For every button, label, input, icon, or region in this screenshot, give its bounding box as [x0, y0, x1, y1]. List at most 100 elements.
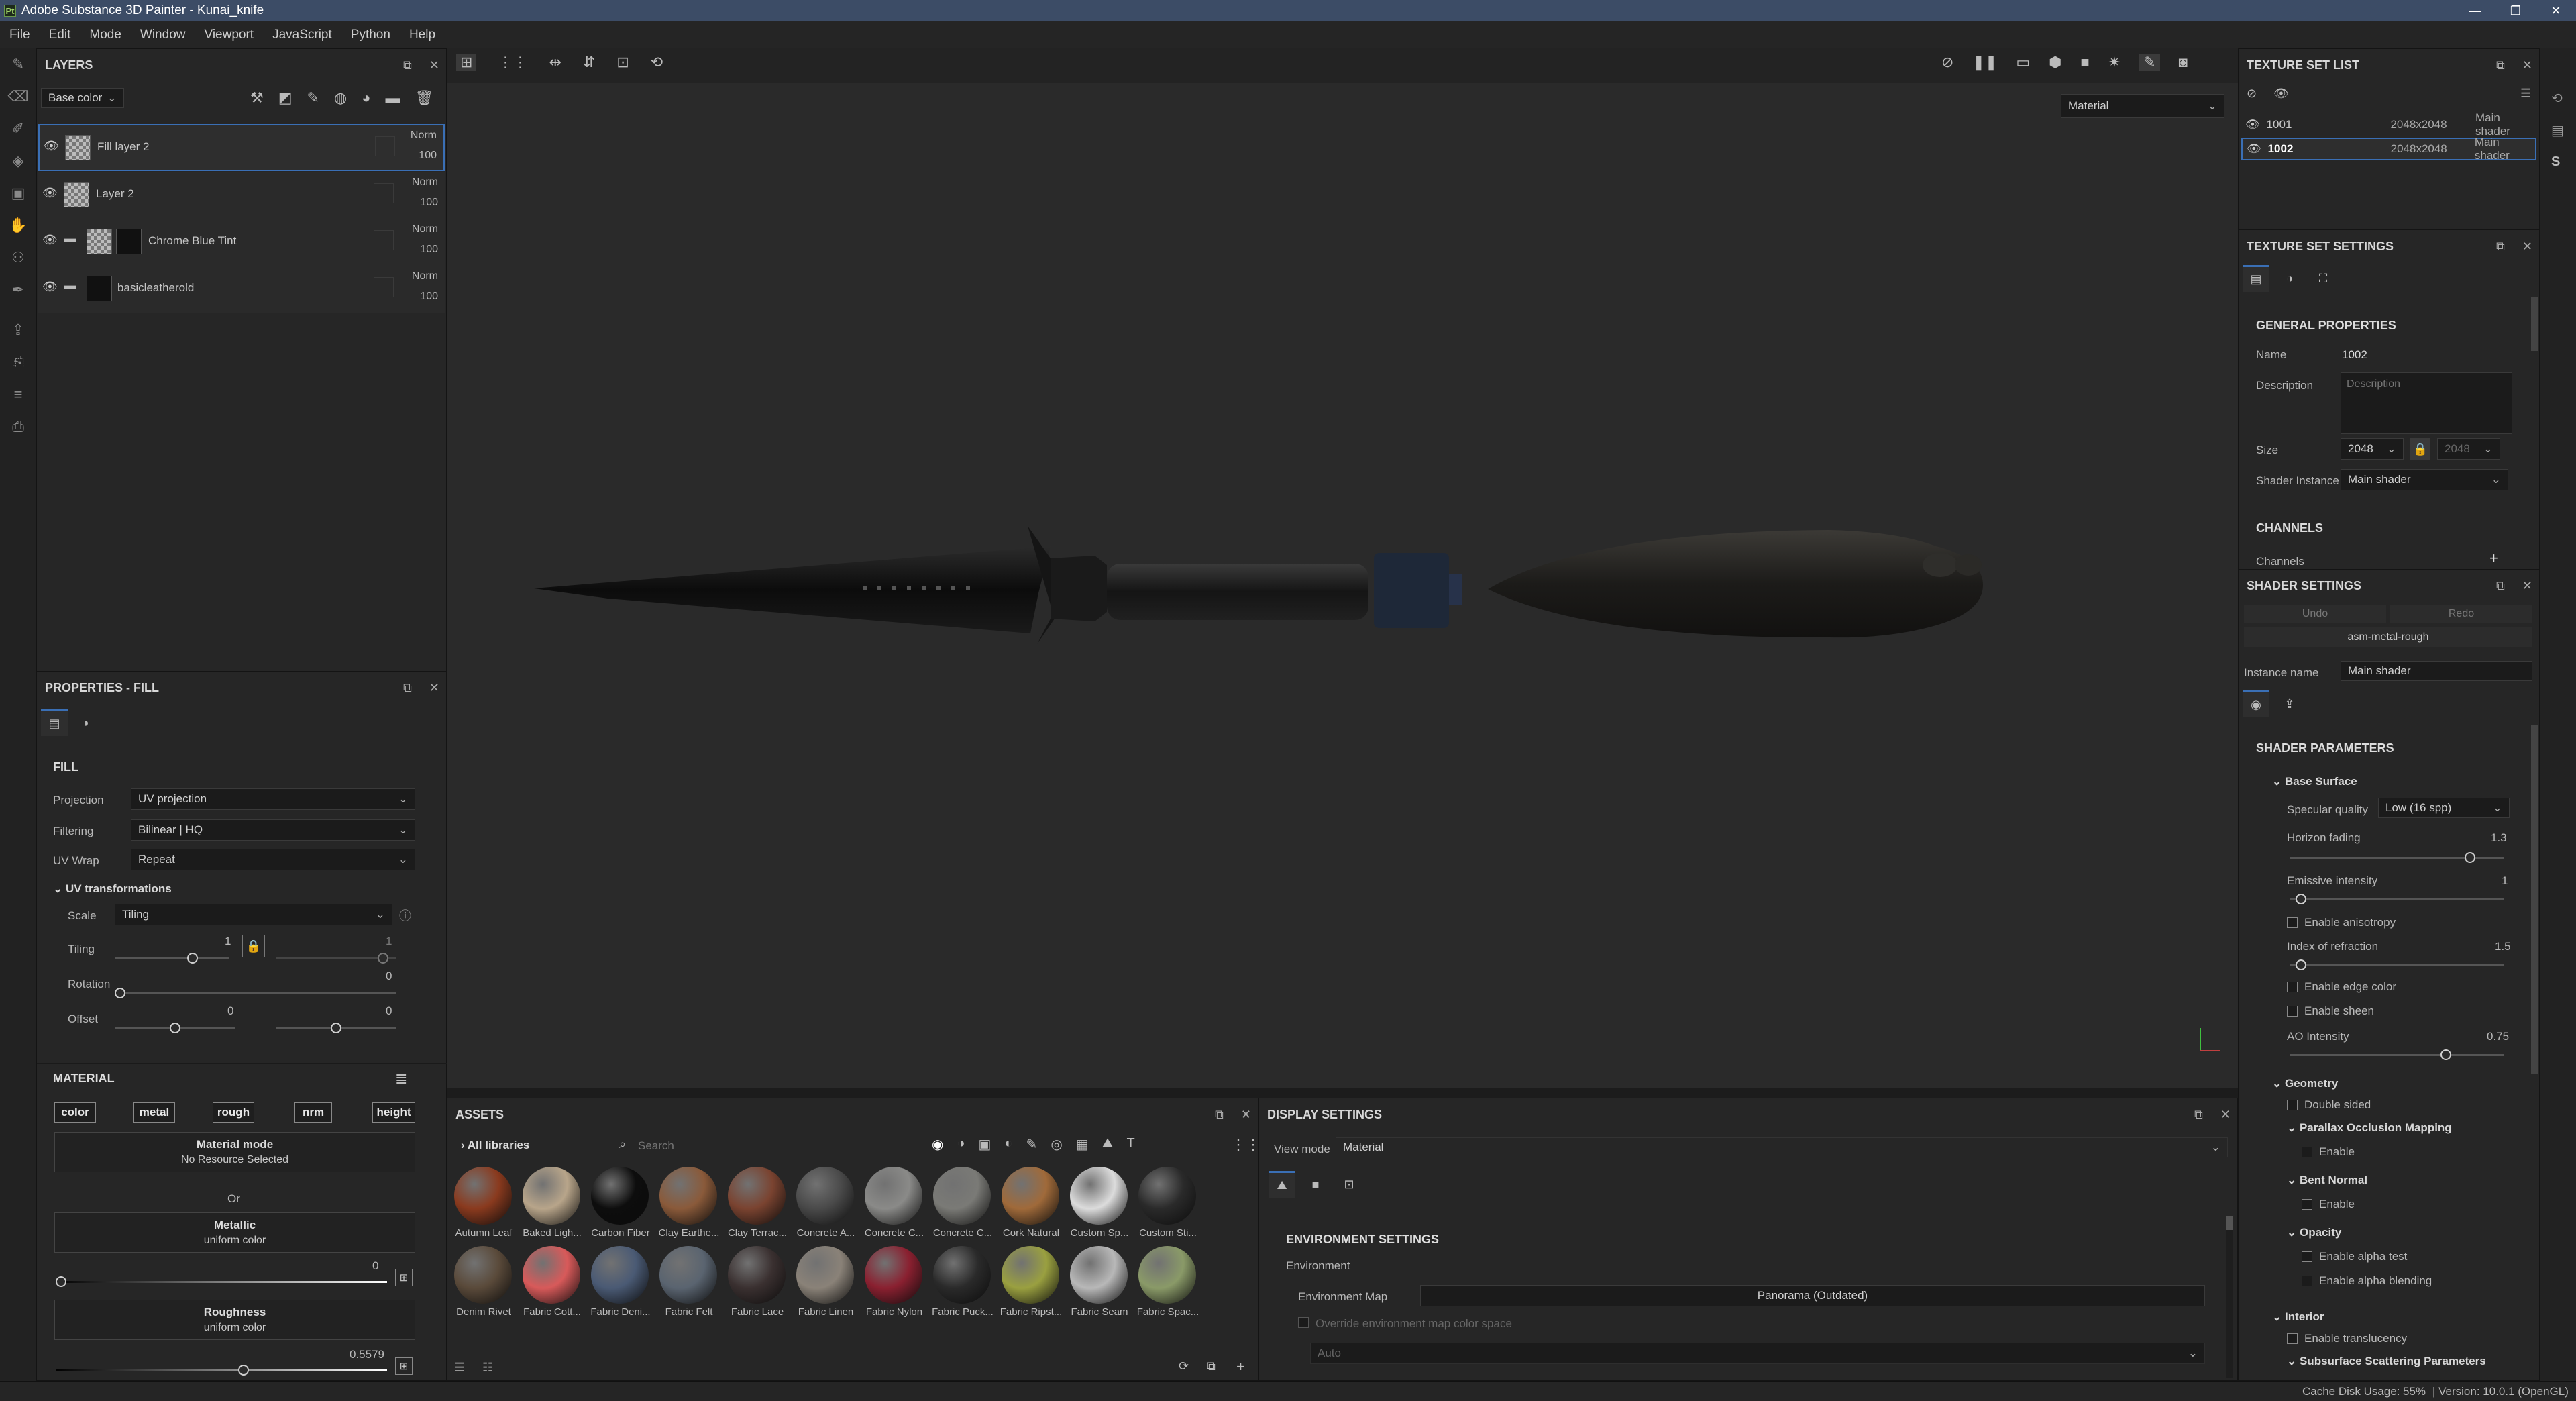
slider-knob[interactable]	[331, 1023, 341, 1033]
roughness-slider[interactable]	[56, 1365, 387, 1376]
close-panel-icon[interactable]: ✕	[2220, 1108, 2231, 1122]
add-paint-layer-icon[interactable]: ✎	[307, 89, 319, 107]
menu-python[interactable]: Python	[341, 28, 400, 42]
material-thumbnail[interactable]	[933, 1167, 991, 1225]
roughness-value[interactable]: 0.5579	[350, 1348, 384, 1361]
layer-opacity[interactable]: 100	[420, 197, 438, 209]
bent-normal-toggle[interactable]: ⌄ Bent Normal	[2287, 1174, 2367, 1187]
translucency-checkbox[interactable]	[2287, 1333, 2298, 1344]
align-icon[interactable]: ⇵	[583, 54, 595, 71]
uvwrap-select[interactable]: Repeat ⌄	[131, 849, 415, 870]
layer-name[interactable]: basicleatherold	[117, 281, 194, 295]
scrollbar[interactable]	[2531, 725, 2538, 1074]
filter-filters-icon[interactable]: ◐	[1004, 1136, 1012, 1153]
material-thumbnail[interactable]	[454, 1167, 512, 1225]
view-2d-icon[interactable]: ▭	[2016, 54, 2030, 71]
eye-icon[interactable]: 👁	[2247, 142, 2261, 156]
shelf-icon[interactable]: ≡	[0, 378, 36, 411]
filter-masks-icon[interactable]: ▣	[979, 1136, 991, 1153]
ior-slider[interactable]	[2290, 959, 2504, 970]
channel-toggle-metal[interactable]: metal	[133, 1102, 175, 1123]
horizon-slider[interactable]	[2290, 852, 2504, 863]
texture-set-row[interactable]: 👁 1002 2048x2048 Main shader	[2241, 136, 2536, 162]
layer-row[interactable]: 👁 ▬ basicleatherold Norm 100	[38, 266, 445, 313]
blend-mode[interactable]: Norm	[412, 176, 438, 189]
double-sided-checkbox[interactable]	[2287, 1100, 2298, 1110]
material-thumbnail[interactable]	[591, 1246, 649, 1304]
texture-set-row[interactable]: 👁 1001 2048x2048 Main shader	[2241, 111, 2536, 138]
metallic-slider[interactable]	[56, 1276, 387, 1287]
viewport[interactable]: Material ⌄	[447, 48, 2238, 1088]
geometry-toggle[interactable]: ⌄ Geometry	[2272, 1077, 2338, 1090]
emissive-slider[interactable]	[2290, 894, 2504, 904]
paint-brush-icon[interactable]: ✎	[0, 48, 36, 81]
undock-icon[interactable]: ⧉	[2496, 58, 2505, 72]
log-icon[interactable]: ⎙	[0, 411, 36, 443]
channel-select[interactable]: Base color ⌄	[41, 88, 124, 108]
offset-slider-2[interactable]	[276, 1023, 396, 1033]
material-thumbnail[interactable]	[1002, 1167, 1059, 1225]
offset-value[interactable]: 0	[227, 1004, 233, 1018]
tab-material[interactable]: ◑	[72, 709, 99, 736]
tab-viewer[interactable]: ⊡	[1336, 1171, 1362, 1198]
offset-value-2[interactable]: 0	[386, 1004, 392, 1018]
layer-opacity[interactable]: 100	[420, 291, 438, 303]
material-thumbnail[interactable]	[1138, 1167, 1196, 1225]
ao-value[interactable]: 0.75	[2487, 1030, 2509, 1043]
tiling-value-2[interactable]: 1	[386, 935, 392, 948]
tab-tss-mesh[interactable]: ⛶	[2310, 265, 2337, 292]
material-thumbnail[interactable]	[796, 1167, 854, 1225]
sss-toggle[interactable]: ⌄ Subsurface Scattering Parameters	[2287, 1355, 2486, 1368]
info-icon[interactable]: ⓘ	[399, 906, 411, 924]
layer-row[interactable]: 👁 Layer 2 Norm 100	[38, 172, 445, 219]
grid-view-icon[interactable]: ⊞	[456, 54, 477, 71]
maximize-button[interactable]: ❐	[2496, 0, 2536, 21]
brush-mode-icon[interactable]: ✎	[2139, 54, 2160, 71]
minimize-button[interactable]: —	[2455, 0, 2496, 21]
pause-icon[interactable]: ❚❚	[1972, 54, 1997, 71]
slider-knob[interactable]	[187, 953, 198, 964]
material-thumbnail[interactable]	[523, 1246, 580, 1304]
pom-enable-checkbox[interactable]	[2302, 1147, 2312, 1157]
blend-mode[interactable]: Norm	[411, 129, 437, 142]
filter-particles-icon[interactable]: ◎	[1051, 1136, 1062, 1153]
export-icon[interactable]: ⇪	[0, 314, 36, 346]
size-select[interactable]: 2048 ⌄	[2341, 438, 2404, 460]
blend-mode[interactable]: Norm	[412, 223, 438, 236]
tab-shader-params[interactable]: ◉	[2243, 690, 2269, 717]
scrollbar[interactable]	[2531, 297, 2538, 351]
add-effect-icon[interactable]: ⚒	[250, 89, 264, 107]
channel-toggle-rough[interactable]: rough	[213, 1102, 254, 1123]
material-thumbnail[interactable]	[1138, 1246, 1196, 1304]
slider-knob[interactable]	[2296, 894, 2306, 904]
layer-mask-slot[interactable]	[374, 183, 394, 203]
frame-icon[interactable]: ⊡	[616, 54, 629, 71]
tab-camera[interactable]: ■	[1302, 1171, 1329, 1198]
undock-icon[interactable]: ⧉	[2496, 240, 2505, 254]
slider-knob[interactable]	[238, 1365, 249, 1376]
layer-mask-slot[interactable]	[374, 230, 394, 250]
filter-environments-icon[interactable]: ⛰	[1102, 1136, 1114, 1153]
menu-edit[interactable]: Edit	[40, 28, 80, 42]
material-thumbnail[interactable]	[659, 1167, 717, 1225]
material-mode-slot[interactable]: Material mode No Resource Selected	[54, 1132, 415, 1172]
envmap-slot[interactable]: Panorama (Outdated)	[1420, 1285, 2205, 1306]
bent-enable-checkbox[interactable]	[2302, 1199, 2312, 1210]
hide-icon[interactable]: ⊘	[2247, 87, 2257, 101]
undock-icon[interactable]: ⧉	[1215, 1108, 1224, 1122]
material-thumbnail[interactable]	[523, 1167, 580, 1225]
filter-list-icon[interactable]: ☷	[482, 1361, 493, 1375]
substance-icon[interactable]: S	[2551, 154, 2560, 170]
menu-window[interactable]: Window	[131, 28, 195, 42]
material-menu-icon[interactable]: ≣	[395, 1070, 407, 1088]
viewport-mode-select[interactable]: Material ⌄	[2061, 94, 2224, 118]
ior-value[interactable]: 1.5	[2495, 940, 2511, 953]
layer-name[interactable]: Layer 2	[96, 187, 134, 201]
instance-name-input[interactable]: Main shader	[2341, 661, 2532, 681]
clone-icon[interactable]: ⚇	[0, 242, 36, 274]
close-panel-icon[interactable]: ✕	[2522, 240, 2532, 254]
description-input[interactable]	[2341, 372, 2512, 434]
delete-layer-icon[interactable]: 🗑	[415, 89, 433, 107]
material-thumbnail[interactable]	[659, 1246, 717, 1304]
material-thumbnail[interactable]	[728, 1167, 786, 1225]
